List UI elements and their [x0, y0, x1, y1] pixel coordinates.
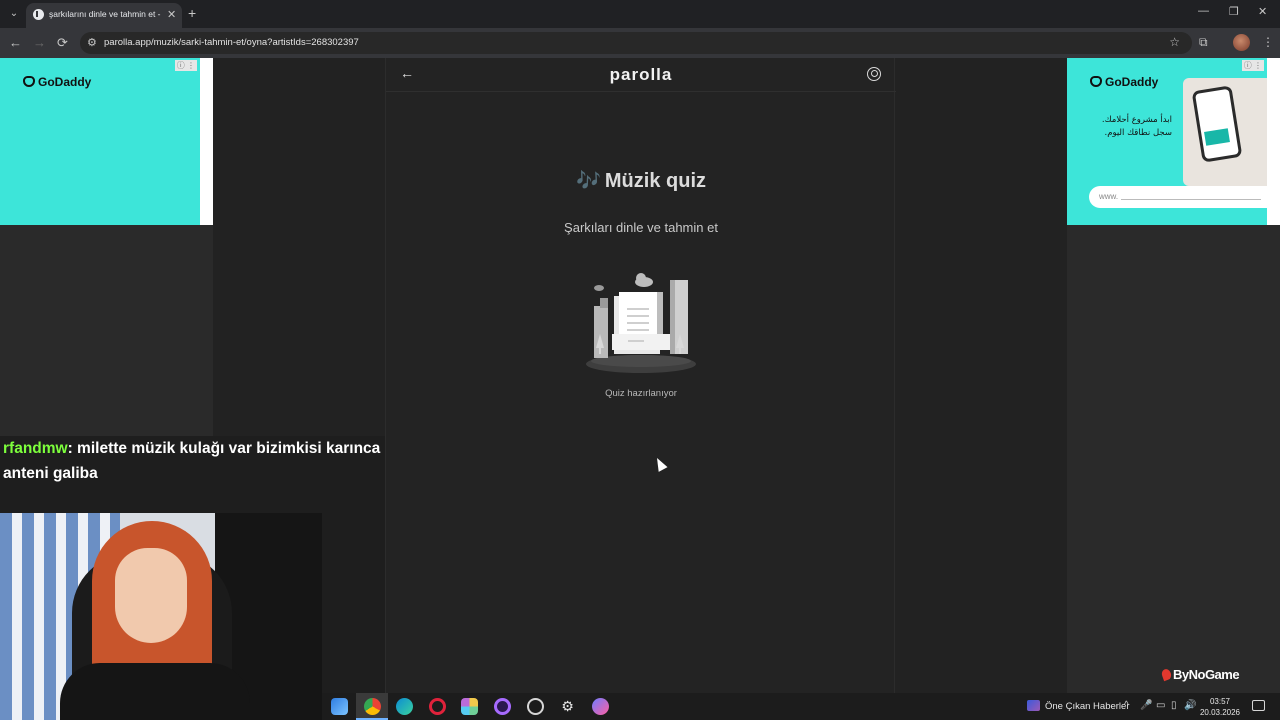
window-close-button[interactable]: ✕	[1258, 5, 1267, 18]
browser-toolbar: ← → ⟳ ⚙ parolla.app/muzik/sarki-tahmin-e…	[0, 28, 1280, 58]
godaddy-brand: GoDaddy	[38, 75, 92, 89]
webcam-face	[115, 548, 187, 643]
page-title: Müzik quiz	[604, 170, 706, 192]
window-line	[627, 315, 649, 317]
minimize-button[interactable]: —	[1198, 5, 1209, 17]
timer-app-icon[interactable]	[527, 698, 544, 715]
cloud	[636, 273, 646, 283]
ad-border	[1267, 58, 1280, 225]
outlook-icon[interactable]	[331, 698, 348, 715]
microphone-icon[interactable]: 🎤	[1140, 700, 1152, 711]
adchoices-icon[interactable]: ⓘ ⋮	[174, 60, 197, 71]
left-gutter	[213, 58, 385, 436]
restore-button[interactable]: ❐	[1229, 5, 1239, 18]
volume-icon[interactable]: 🔊	[1184, 700, 1196, 711]
tab-search-button[interactable]: ⌄	[6, 6, 22, 22]
quiz-heading: 🎶 Müzik quiz	[386, 168, 896, 193]
copilot-icon[interactable]	[461, 698, 478, 715]
forward-button[interactable]: →	[33, 35, 46, 50]
tray-chevron-icon[interactable]: ^	[1124, 700, 1129, 711]
ad-input-prefix: www.	[1099, 192, 1119, 201]
notifications-icon[interactable]	[1252, 700, 1265, 711]
battery-icon[interactable]: ▯	[1171, 700, 1177, 711]
right-panel	[1067, 225, 1280, 693]
ad-input-line	[1121, 199, 1261, 200]
obs-app-icon[interactable]	[494, 698, 511, 715]
ad-phone-image	[1183, 78, 1267, 186]
godaddy-brand: GoDaddy	[1105, 75, 1159, 89]
settings-icon[interactable]: ⚙	[559, 698, 576, 715]
chat-username: rfandmw	[3, 440, 68, 457]
ad-domain-input[interactable]: www.	[1089, 186, 1267, 208]
left-panel	[0, 225, 213, 436]
godaddy-ad-left[interactable]: GoDaddy ⓘ ⋮	[0, 58, 200, 225]
channel-watermark: ByNoGame	[1160, 667, 1240, 682]
right-gutter	[895, 58, 1067, 693]
news-widget[interactable]: Öne Çıkan Haberler	[1027, 700, 1129, 712]
clock-time: 03:57	[1209, 697, 1231, 706]
window-line	[627, 308, 649, 310]
building-right-shade	[670, 280, 675, 354]
base-door	[628, 340, 644, 342]
watermark-text: ByNoGame	[1173, 667, 1240, 682]
tab-close-button[interactable]: ✕	[167, 8, 176, 21]
music-notes-icon: 🎶	[575, 168, 601, 192]
screen: ⌄ şarkılarını dinle ve tahmin et - P ✕ +…	[0, 0, 1280, 720]
ad-border	[200, 58, 213, 225]
phone-screen	[1191, 85, 1243, 163]
webcam-clothes	[60, 663, 250, 720]
cloud	[594, 285, 604, 291]
back-button[interactable]: ←	[9, 35, 22, 50]
site-info-icon[interactable]: ⚙	[87, 36, 97, 49]
bynogame-logo-icon	[1160, 667, 1173, 682]
bookmark-star-icon[interactable]: ☆	[1169, 35, 1180, 49]
ad-arabic-text: ابدأ مشروع أحلامك. سجل نطاقك اليوم.	[1101, 115, 1172, 138]
network-icon[interactable]: ▭	[1156, 700, 1165, 711]
system-clock[interactable]: 03:57 20.03.2026	[1197, 696, 1243, 718]
loading-text: Quiz hazırlanıyor	[605, 388, 677, 399]
profile-avatar[interactable]	[1233, 34, 1250, 51]
quiz-subtitle: Şarkıları dinle ve tahmin et	[564, 220, 718, 235]
city-loading-illustration	[586, 273, 696, 373]
window-line	[627, 322, 649, 324]
parolla-favicon-icon	[33, 9, 44, 20]
app-brand[interactable]: parolla	[386, 65, 896, 85]
news-label: Öne Çıkan Haberler	[1045, 701, 1130, 712]
windows-taskbar: ⚙ Öne Çıkan Haberler ^ 🎤 ▭ ▯ 🔊 03:57 20.…	[322, 693, 1280, 720]
discord-icon[interactable]	[592, 698, 609, 715]
streamer-webcam	[0, 513, 322, 720]
godaddy-logo-icon	[1090, 76, 1102, 87]
url-text[interactable]: parolla.app/muzik/sarki-tahmin-et/oyna?a…	[104, 37, 359, 48]
parolla-app: ← parolla 🎶 Müzik quiz Şarkıları dinle ve…	[385, 58, 896, 693]
godaddy-logo: GoDaddy	[1090, 75, 1158, 89]
tree-right-trunk	[679, 348, 681, 354]
clock-date: 20.03.2026	[1199, 708, 1241, 717]
chrome-icon[interactable]	[364, 698, 381, 715]
app-header: ← parolla	[386, 58, 896, 92]
browser-tab-bar: ⌄ şarkılarını dinle ve tahmin et - P ✕ +…	[0, 0, 1280, 28]
godaddy-logo: GoDaddy	[23, 75, 91, 89]
godaddy-logo-icon	[23, 76, 35, 87]
reload-button[interactable]: ⟳	[57, 35, 68, 51]
address-bar[interactable]: ⚙ parolla.app/muzik/sarki-tahmin-et/oyna…	[80, 32, 1192, 54]
tab-title: şarkılarını dinle ve tahmin et - P	[49, 9, 161, 19]
stream-chat-message: rfandmw: milette müzik kulağı var bizimk…	[3, 436, 403, 486]
extensions-icon[interactable]: ⧉	[1199, 35, 1208, 50]
browser-menu-icon[interactable]: ⋮	[1262, 35, 1274, 49]
building-left-top	[600, 298, 608, 308]
edge-icon[interactable]	[396, 698, 413, 715]
new-tab-button[interactable]: +	[188, 5, 196, 21]
browser-tab[interactable]: şarkılarını dinle ve tahmin et - P ✕	[26, 3, 182, 28]
opera-icon[interactable]	[429, 698, 446, 715]
adchoices-icon[interactable]: ⓘ ⋮	[1241, 60, 1264, 71]
godaddy-ad-right[interactable]: GoDaddy ابدأ مشروع أحلامك. سجل نطاقك الي…	[1067, 58, 1267, 225]
window-line	[627, 329, 649, 331]
tree-left-trunk	[599, 348, 601, 354]
news-widget-icon	[1027, 700, 1040, 711]
user-account-icon[interactable]	[867, 67, 881, 81]
